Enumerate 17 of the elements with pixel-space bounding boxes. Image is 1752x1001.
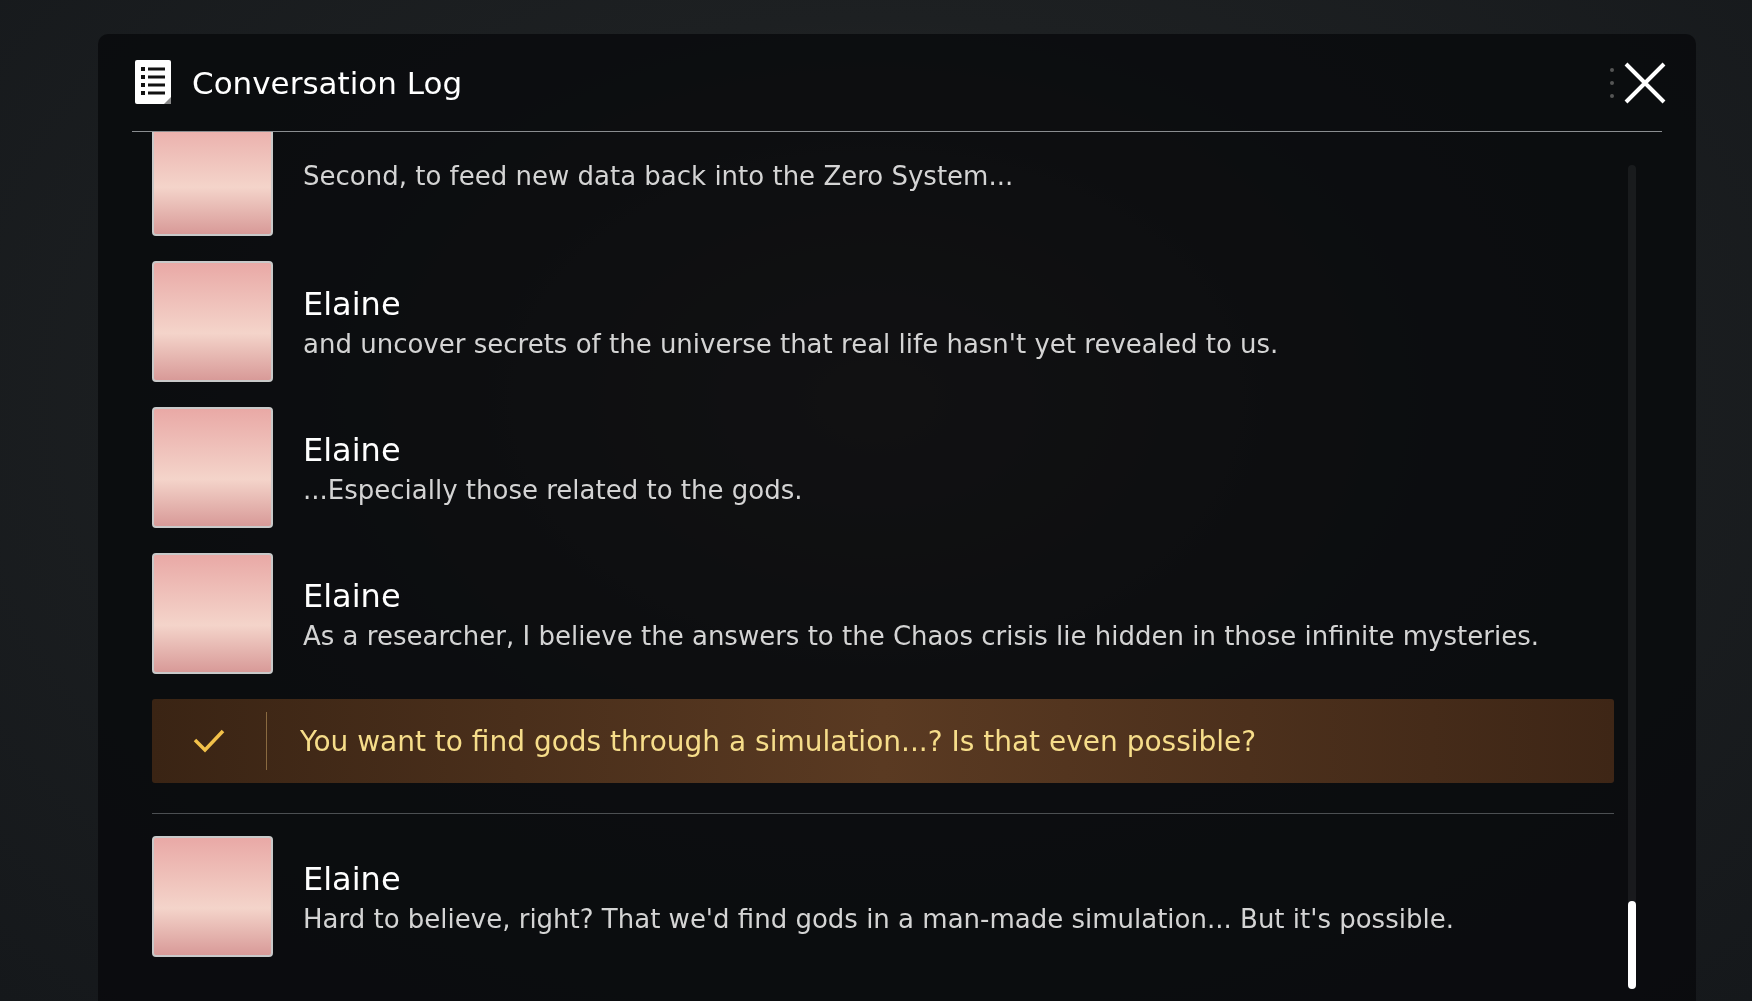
speaker-name: Elaine [303,284,402,323]
dialogue-text: As a researcher, I believe the answers to the Chaos crisis lie hidden in those infinite mysteries. [303,620,1539,651]
close-icon [1624,61,1666,104]
dialogue-text: Second, to feed new data back into the Zero System... [303,160,1014,191]
close-button[interactable] [1610,61,1666,104]
scrollbar-thumb[interactable] [1628,901,1636,989]
more-dots-icon [1610,65,1614,100]
speaker-name: Elaine [303,576,402,615]
dialogue-text: Hard to believe, right? That we'd find gods in a man-made simulation... But it's possible. [303,903,1454,934]
speaker-name: Elaine [303,430,402,469]
speaker-name: Elaine [303,859,402,898]
dialogue-text: ...Especially those related to the gods. [303,474,803,505]
scrollbar-track[interactable] [1628,165,1636,989]
checkmark-icon [192,728,226,754]
window-title: Conversation Log [192,64,464,101]
reply-text: You want to find gods through a simulation...? Is that even possible? [299,724,1257,758]
dialogue-text: and uncover secrets of the universe that real life hasn't yet revealed to us. [303,328,1279,359]
